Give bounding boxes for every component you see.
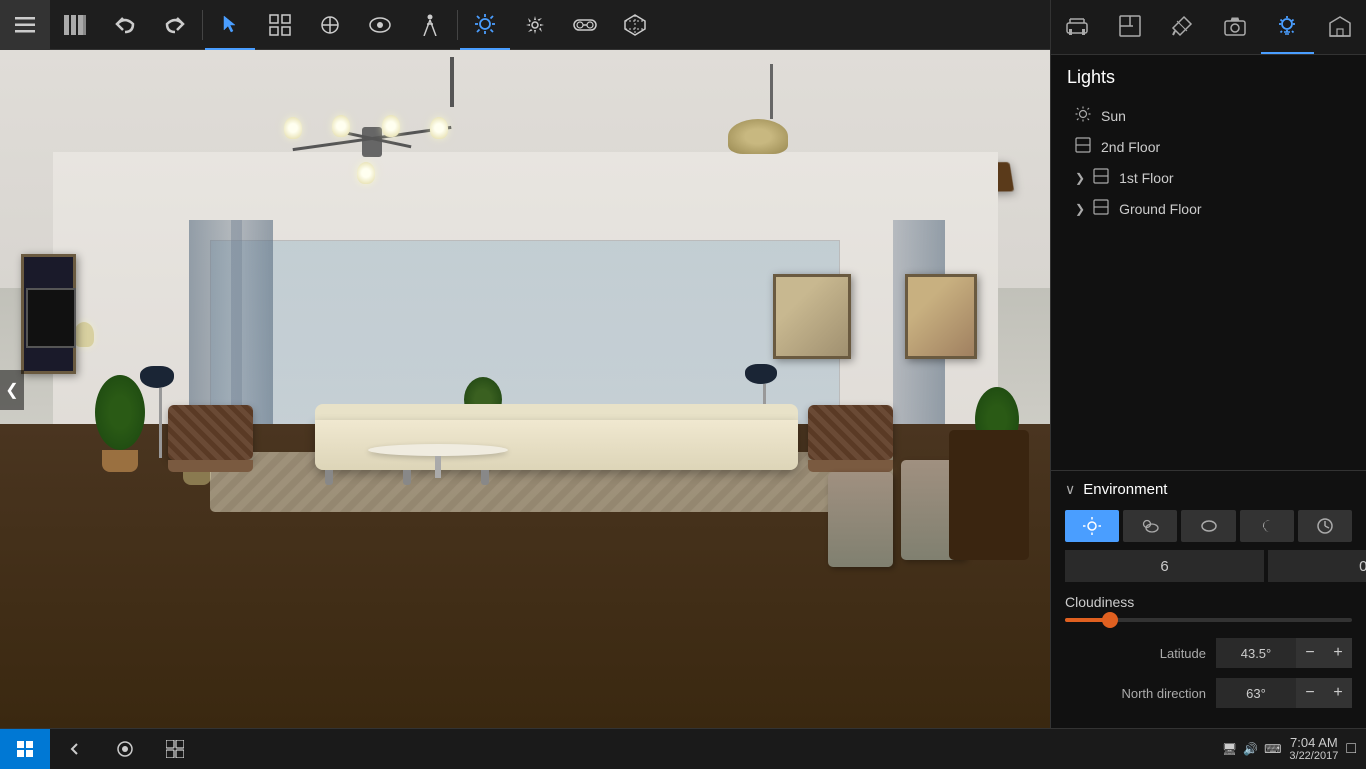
3dbox-tool[interactable]: [610, 0, 660, 50]
right-panel: Lights Sun 2nd Floor ❯ 1st Floor ❯: [1050, 0, 1366, 728]
latitude-row: Latitude − +: [1065, 638, 1352, 668]
cloudiness-slider[interactable]: [1065, 618, 1352, 622]
expand-icon-ground: ❯: [1075, 202, 1085, 216]
2nd-floor-label: 2nd Floor: [1101, 139, 1342, 155]
back-button[interactable]: [50, 729, 100, 769]
environment-header[interactable]: ∨ Environment: [1065, 481, 1352, 498]
weather-options: [1065, 510, 1352, 542]
dining-chair-2: [828, 472, 893, 567]
panel-spacer: [1051, 236, 1366, 470]
weather-time[interactable]: [1298, 510, 1352, 542]
armchair-left: [168, 405, 253, 472]
light-item-1st-floor[interactable]: ❯ 1st Floor: [1067, 162, 1350, 193]
3d-viewport[interactable]: ❮: [0, 50, 1050, 730]
weather-partly-cloudy[interactable]: [1123, 510, 1177, 542]
redo-button[interactable]: [150, 0, 200, 50]
panel-floorplan-icon[interactable]: [1104, 0, 1157, 54]
panel-building-icon[interactable]: [1314, 0, 1366, 54]
sun-icon: [1075, 106, 1091, 125]
keyboard-icon[interactable]: ⌨: [1264, 742, 1281, 756]
walk-tool[interactable]: [405, 0, 455, 50]
north-direction-plus[interactable]: +: [1324, 678, 1352, 708]
latitude-label: Latitude: [1065, 646, 1216, 661]
env-chevron-icon: ∨: [1065, 481, 1075, 498]
network-icon[interactable]: 🖥: [1222, 742, 1237, 756]
expand-icon-1st: ❯: [1075, 171, 1085, 185]
cortana-button[interactable]: [100, 729, 150, 769]
weather-cloudy[interactable]: [1181, 510, 1235, 542]
north-direction-minus[interactable]: −: [1296, 678, 1324, 708]
select-tool[interactable]: [205, 0, 255, 50]
menu-button[interactable]: [0, 0, 50, 50]
taskbar-clock[interactable]: 7:04 AM 3/22/2017: [1289, 735, 1338, 762]
cloudiness-thumb[interactable]: [1102, 612, 1118, 628]
panel-paint-icon[interactable]: [1156, 0, 1209, 54]
lights-section: Lights Sun 2nd Floor ❯ 1st Floor ❯: [1051, 55, 1366, 236]
ground-floor-label: Ground Floor: [1119, 201, 1342, 217]
plant-big-left: [95, 375, 145, 472]
weather-clear-day[interactable]: [1065, 510, 1119, 542]
taskview-button[interactable]: [150, 729, 200, 769]
panel-icons: [1051, 0, 1366, 55]
environment-section: ∨ Environment AM: [1051, 470, 1366, 728]
picture-right-2: [905, 274, 977, 359]
tv: [26, 288, 76, 348]
edit-tool[interactable]: [305, 0, 355, 50]
north-direction-row: North direction − +: [1065, 678, 1352, 708]
cloudiness-label: Cloudiness: [1065, 594, 1352, 610]
coffee-table: [368, 444, 508, 478]
picture-right-1: [773, 274, 851, 359]
wall-lamp: [74, 322, 98, 362]
sun-lighting-tool[interactable]: [460, 0, 510, 50]
north-direction-input[interactable]: [1216, 678, 1296, 708]
notification-icon[interactable]: □: [1346, 740, 1356, 758]
light-item-ground-floor[interactable]: ❯ Ground Floor: [1067, 193, 1350, 224]
1st-floor-label: 1st Floor: [1119, 170, 1342, 186]
clock-date: 3/22/2017: [1289, 750, 1338, 762]
time-minutes-input[interactable]: [1268, 550, 1366, 582]
start-button[interactable]: [0, 729, 50, 769]
latitude-plus[interactable]: +: [1324, 638, 1352, 668]
clock-time: 7:04 AM: [1289, 735, 1338, 750]
environment-title: Environment: [1083, 481, 1167, 498]
panel-furniture-icon[interactable]: [1051, 0, 1104, 54]
chandelier: [362, 57, 542, 197]
panel-camera-icon[interactable]: [1209, 0, 1262, 54]
time-hour-input[interactable]: [1065, 550, 1264, 582]
top-toolbar: [0, 0, 1050, 50]
light-item-sun[interactable]: Sun: [1067, 100, 1350, 131]
library-button[interactable]: [50, 0, 100, 50]
lights-title: Lights: [1067, 67, 1350, 88]
vr-tool[interactable]: [560, 0, 610, 50]
ceiling-lamp: [756, 64, 788, 154]
settings-tool[interactable]: [510, 0, 560, 50]
dining-table: [949, 430, 1029, 560]
system-tray: 🖥 🔊 ⌨: [1222, 742, 1282, 756]
panel-lighting-icon[interactable]: [1261, 0, 1314, 54]
undo-button[interactable]: [100, 0, 150, 50]
sun-label: Sun: [1101, 108, 1342, 124]
latitude-minus[interactable]: −: [1296, 638, 1324, 668]
taskbar-right: 🖥 🔊 ⌨ 7:04 AM 3/22/2017 □: [1222, 735, 1366, 762]
taskbar: 🖥 🔊 ⌨ 7:04 AM 3/22/2017 □: [0, 728, 1366, 768]
floor-icon-ground: [1093, 199, 1109, 218]
floor-icon-2nd: [1075, 137, 1091, 156]
volume-icon[interactable]: 🔊: [1243, 742, 1258, 756]
object-tool[interactable]: [255, 0, 305, 50]
floor-icon-1st: [1093, 168, 1109, 187]
time-row: AM: [1065, 550, 1352, 582]
armchair-right: [808, 405, 893, 472]
north-direction-label: North direction: [1065, 686, 1216, 701]
light-item-2nd-floor[interactable]: 2nd Floor: [1067, 131, 1350, 162]
nav-arrow-left[interactable]: ❮: [0, 370, 24, 410]
view-tool[interactable]: [355, 0, 405, 50]
weather-night[interactable]: [1240, 510, 1294, 542]
latitude-input[interactable]: [1216, 638, 1296, 668]
